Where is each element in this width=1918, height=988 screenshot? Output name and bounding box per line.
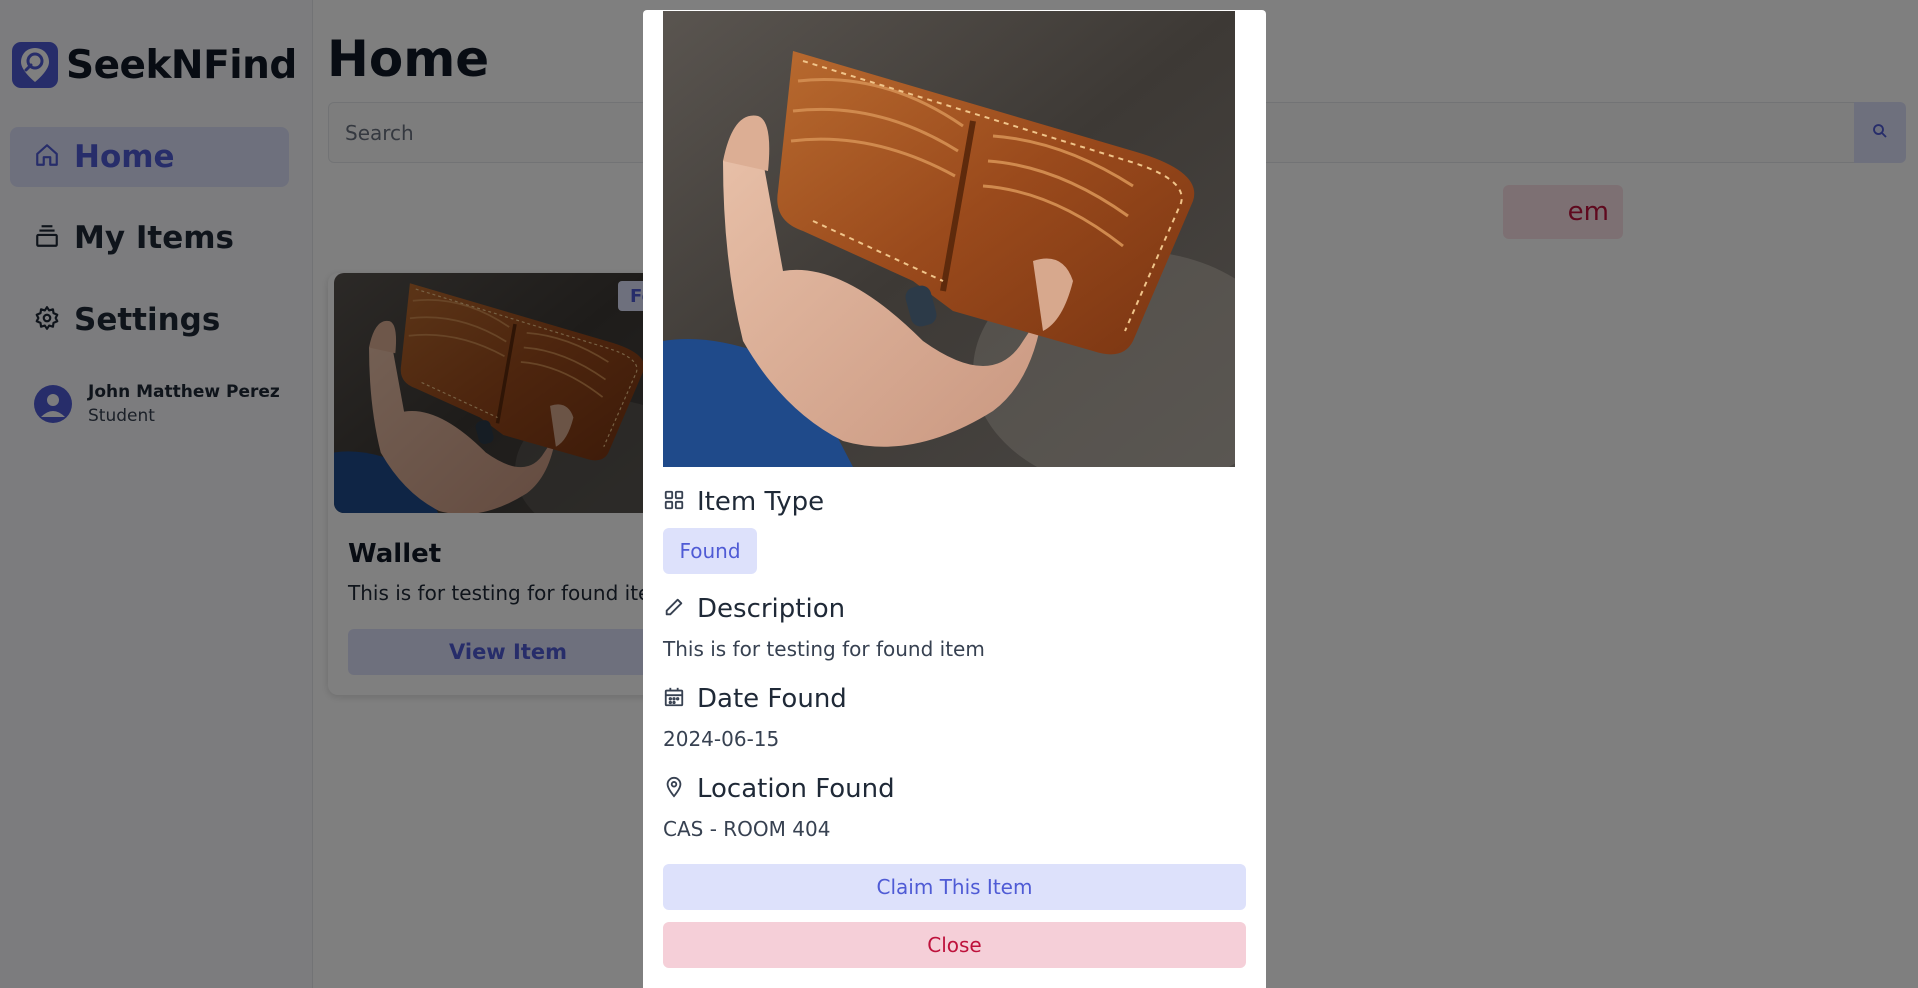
location-pin-icon <box>663 776 685 802</box>
date-heading: Date Found <box>663 684 847 714</box>
location-value: CAS - ROOM 404 <box>663 817 831 841</box>
description-label: Description <box>697 594 846 624</box>
date-value: 2024-06-15 <box>663 727 780 751</box>
location-heading: Location Found <box>663 774 895 804</box>
location-label: Location Found <box>697 774 895 804</box>
claim-item-button[interactable]: Claim This Item <box>663 864 1246 910</box>
calendar-icon <box>663 686 685 712</box>
description-heading: Description <box>663 594 845 624</box>
pencil-icon <box>663 596 685 622</box>
item-type-label: Item Type <box>697 487 825 517</box>
close-button[interactable]: Close <box>663 922 1246 968</box>
item-type-heading: Item Type <box>663 487 824 517</box>
item-type-badge: Found <box>663 528 757 574</box>
item-detail-modal: Item Type Found Description This is for … <box>643 10 1266 988</box>
item-photo <box>663 11 1235 467</box>
grid-icon <box>663 489 685 515</box>
date-label: Date Found <box>697 684 847 714</box>
description-value: This is for testing for found item <box>663 637 985 661</box>
